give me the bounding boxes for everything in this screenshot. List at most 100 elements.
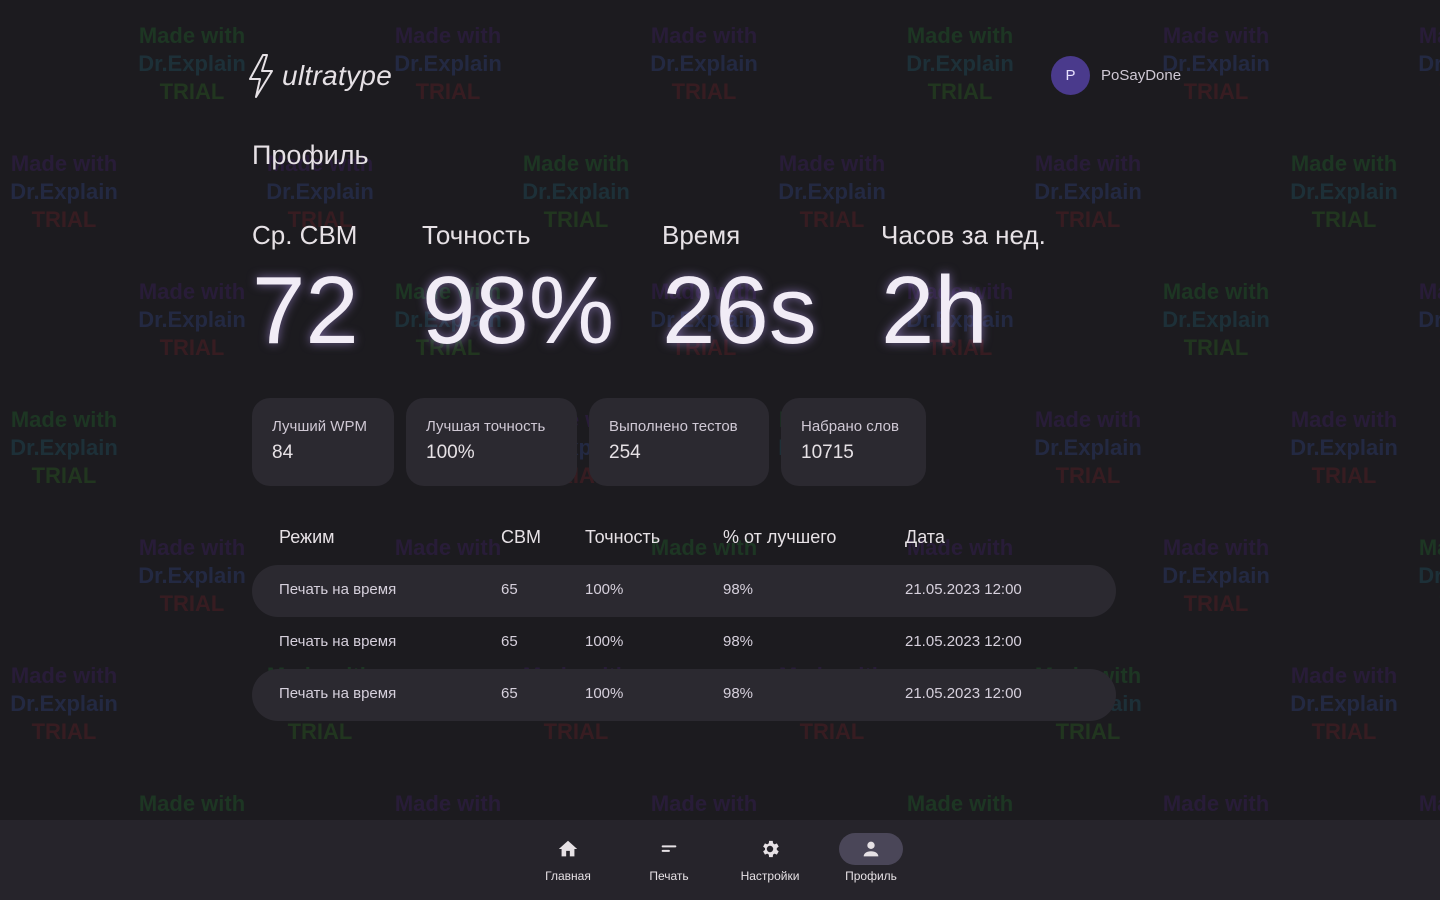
card-value: 10715	[801, 442, 854, 463]
watermark-line: Dr.Explain	[1290, 435, 1398, 460]
nav-pill	[536, 833, 600, 865]
watermark-text: Made withDr.ExplainTRIAL	[122, 534, 262, 618]
watermark-line: Made with	[906, 23, 1014, 48]
cell-wpm: 65	[501, 581, 518, 598]
gear-icon	[763, 840, 779, 858]
watermark-line: Made with	[138, 23, 246, 48]
watermark-line: TRIAL	[1402, 334, 1440, 362]
nav-pill-active	[839, 833, 903, 865]
table-row[interactable]: Печать на время 65 100% 98% 21.05.2023 1…	[252, 669, 1116, 721]
watermark-line: Made with	[1418, 535, 1440, 560]
home-icon	[558, 840, 578, 857]
watermark-text: Made withDr.ExplainTRIAL	[1402, 278, 1440, 362]
watermark-line: Dr.Explain	[1418, 307, 1440, 332]
watermark-line: TRIAL	[159, 79, 225, 104]
watermark-line: Made with	[778, 151, 886, 176]
stat-label: Время	[662, 220, 741, 250]
watermark-line: Dr.Explain	[10, 179, 118, 204]
nav-item-typing[interactable]: Печать	[629, 833, 709, 883]
text-lines-icon	[661, 845, 677, 852]
card-value: 254	[609, 442, 641, 463]
cell-mode: Печать на время	[279, 633, 397, 650]
cell-accuracy: 100%	[585, 685, 624, 702]
watermark-line: TRIAL	[1183, 335, 1249, 360]
watermark-line: Dr.Explain	[138, 51, 246, 76]
watermark-line: Dr.Explain	[1290, 179, 1398, 204]
watermark-line: Dr.Explain	[10, 435, 118, 460]
card-value: 84	[272, 442, 294, 463]
bottom-navigation-bar: Главная Печать Настройки Профиль	[0, 820, 1440, 900]
username: PoSayDone	[1101, 67, 1182, 84]
watermark-text: Made withDr.ExplainTRIAL	[890, 22, 1030, 106]
card-label: Лучшая точность	[426, 418, 546, 435]
nav-label: Печать	[649, 869, 689, 883]
watermark-text: Made withDr.ExplainTRIAL	[1274, 150, 1414, 234]
stat-accuracy: Точность 98%	[422, 220, 614, 361]
cell-accuracy: 100%	[585, 633, 624, 650]
watermark-line: Made with	[1290, 407, 1398, 432]
watermark-text: Made withDr.ExplainTRIAL	[634, 22, 774, 106]
stat-time: Время 26s	[662, 220, 817, 361]
column-header-date[interactable]: Дата	[905, 527, 945, 548]
watermark-text: Made withDr.ExplainTRIAL	[378, 22, 518, 106]
nav-item-profile[interactable]: Профиль	[831, 833, 911, 883]
column-header-percent-best[interactable]: % от лучшего	[723, 527, 836, 548]
cell-wpm: 65	[501, 685, 518, 702]
user-profile-chip[interactable]: P PoSayDone	[1051, 56, 1181, 95]
watermark-line: Made with	[1290, 663, 1398, 688]
watermark-line: Made with	[138, 279, 246, 304]
watermark-line: Dr.Explain	[1162, 563, 1270, 588]
watermark-line: Dr.Explain	[1162, 307, 1270, 332]
watermark-line: Made with	[138, 791, 246, 816]
cell-accuracy: 100%	[585, 581, 624, 598]
watermark-text: Made withDr.ExplainTRIAL	[1274, 406, 1414, 490]
watermark-text: Made with Dr.Explain TRIAL	[1146, 278, 1286, 362]
app-logo[interactable]: ultratype	[246, 52, 392, 100]
watermark-line: Dr.Explain	[394, 51, 502, 76]
stat-label: Часов за нед.	[881, 220, 1046, 250]
watermark-line: TRIAL	[671, 79, 737, 104]
watermark-line: TRIAL	[927, 79, 993, 104]
card-words-typed: Набрано слов 10715	[781, 398, 926, 486]
watermark-line: Made with	[1418, 23, 1440, 48]
watermark-line: Made with	[1290, 151, 1398, 176]
column-header-accuracy[interactable]: Точность	[585, 527, 660, 548]
card-tests-completed: Выполнено тестов 254	[589, 398, 769, 486]
nav-label: Главная	[545, 869, 591, 883]
person-icon	[863, 841, 879, 857]
nav-pill	[738, 833, 802, 865]
watermark-text: Made withDr.ExplainTRIAL	[1146, 534, 1286, 618]
watermark-line: TRIAL	[287, 719, 353, 744]
watermark-line: TRIAL	[1055, 463, 1121, 488]
watermark-line: TRIAL	[31, 719, 97, 744]
watermark-line: TRIAL	[1183, 591, 1249, 616]
watermark-line: Dr.Explain	[138, 563, 246, 588]
column-header-wpm[interactable]: СВМ	[501, 527, 541, 548]
nav-item-home[interactable]: Главная	[528, 833, 608, 883]
watermark-line: Made with	[522, 151, 630, 176]
nav-item-settings[interactable]: Настройки	[730, 833, 810, 883]
watermark-text: Made with Dr.Explain TRIAL	[0, 150, 134, 234]
watermark-line: Made with	[1162, 23, 1270, 48]
table-header: Режим СВМ Точность % от лучшего Дата	[252, 520, 1116, 556]
lightning-bolt-icon	[249, 54, 273, 98]
table-row[interactable]: Печать на время 65 100% 98% 21.05.2023 1…	[252, 565, 1116, 617]
cell-date: 21.05.2023 12:00	[905, 633, 1022, 650]
watermark-line: TRIAL	[1402, 78, 1440, 106]
watermark-text: Made withDr.ExplainTRIAL	[0, 662, 134, 746]
card-best-wpm: Лучший WPM 84	[252, 398, 394, 486]
watermark-text: Made withDr.ExplainTRIAL	[1402, 22, 1440, 106]
card-label: Выполнено тестов	[609, 418, 738, 435]
watermark-line: Made with	[10, 151, 118, 176]
cell-percent-best: 98%	[723, 581, 754, 598]
watermark-line: TRIAL	[31, 207, 97, 232]
column-header-mode[interactable]: Режим	[279, 527, 335, 548]
stat-hours-week: Часов за нед. 2h	[881, 220, 1046, 361]
watermark-line: Dr.Explain	[1418, 563, 1440, 588]
stat-label: Точность	[422, 220, 531, 250]
table-row[interactable]: Печать на время 65 100% 98% 21.05.2023 1…	[252, 617, 1116, 669]
watermark-line: Made with	[1162, 279, 1270, 304]
stat-value: 72	[252, 257, 359, 364]
stat-value: 2h	[881, 257, 988, 364]
watermark-line: Made with	[394, 791, 502, 816]
